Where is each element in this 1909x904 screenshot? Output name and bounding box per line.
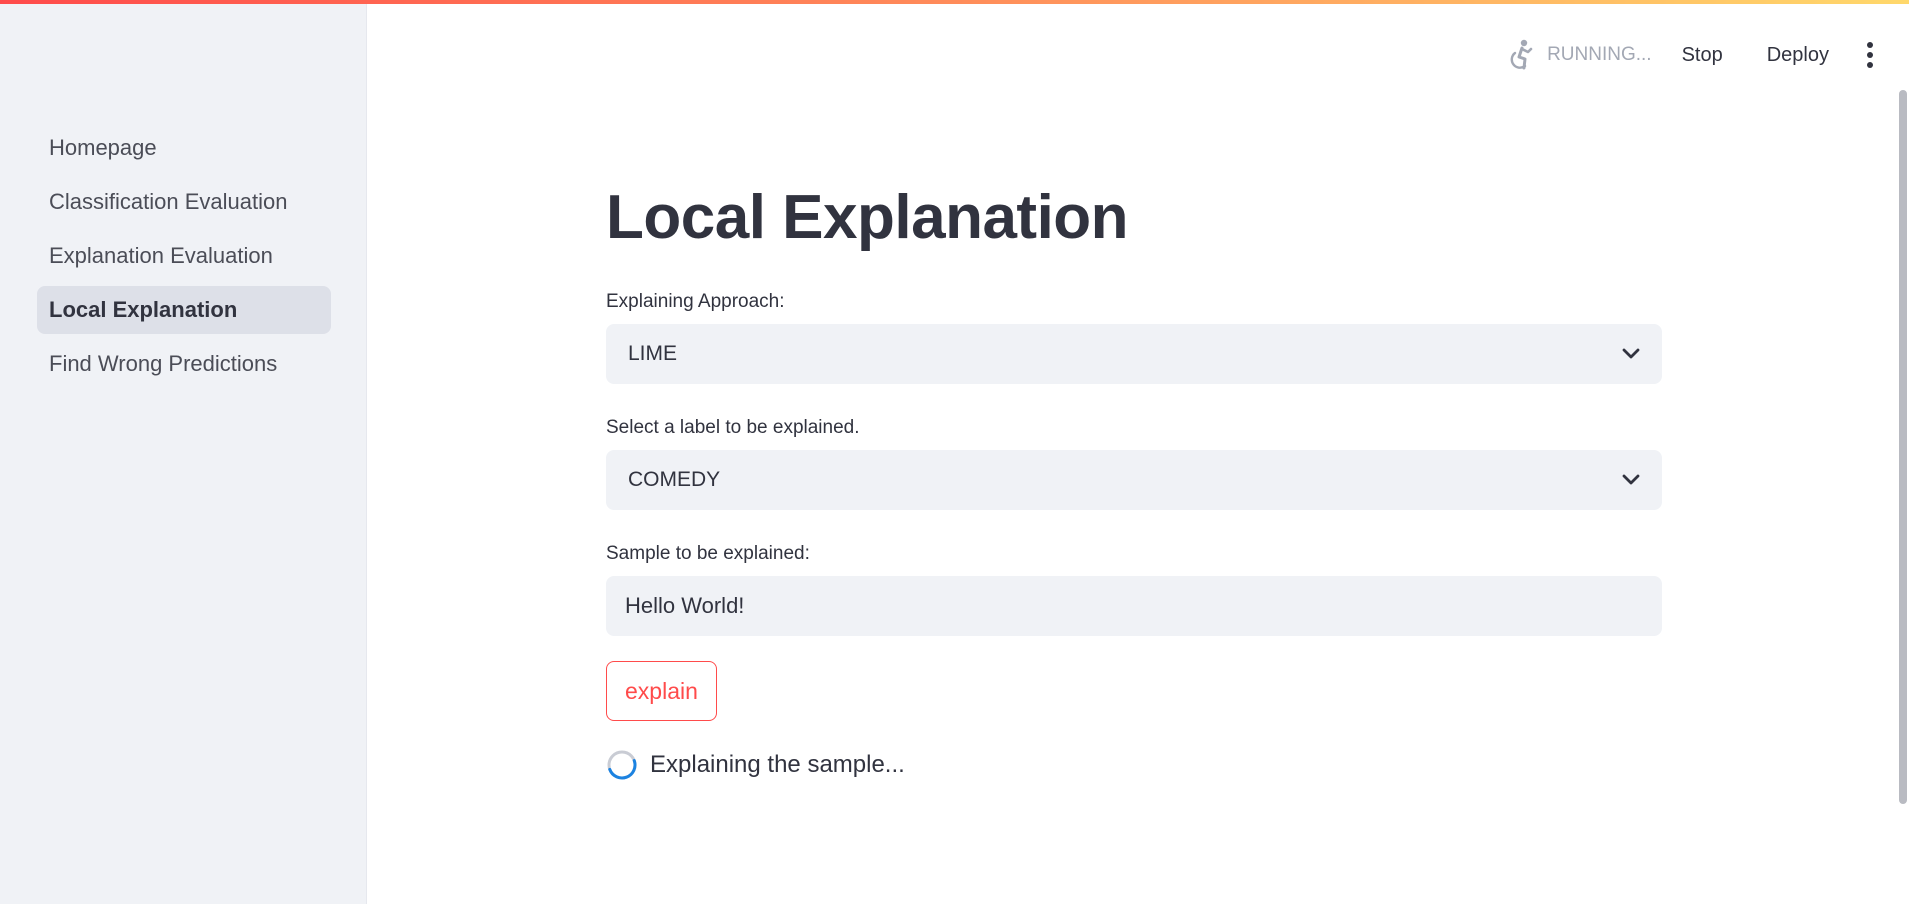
main-area: RUNNING... Stop Deploy Local Explanation…	[367, 0, 1909, 904]
label-field: Select a label to be explained. COMEDY	[606, 414, 1662, 510]
top-decoration-bar	[0, 0, 1909, 4]
running-status: RUNNING...	[1505, 38, 1652, 72]
sample-input[interactable]	[606, 576, 1662, 636]
chevron-down-icon	[1622, 348, 1640, 359]
sample-field: Sample to be explained:	[606, 540, 1662, 636]
label-select[interactable]: COMEDY	[606, 450, 1662, 510]
sample-label: Sample to be explained:	[606, 543, 810, 564]
sidebar-nav: Homepage Classification Evaluation Expla…	[37, 124, 331, 394]
approach-label: Explaining Approach:	[606, 291, 785, 312]
running-status-text: RUNNING...	[1547, 44, 1652, 65]
loading-spinner-icon	[607, 750, 637, 780]
kebab-menu-icon[interactable]	[1865, 42, 1875, 68]
page-title: Local Explanation	[606, 183, 1129, 252]
main-content: Local Explanation Explaining Approach: L…	[606, 170, 1662, 783]
sidebar-item-find-wrong-predictions[interactable]: Find Wrong Predictions	[37, 340, 331, 388]
running-person-icon	[1510, 39, 1533, 70]
approach-field: Explaining Approach: LIME	[606, 288, 1662, 384]
sidebar-item-homepage[interactable]: Homepage	[37, 124, 331, 172]
label-select-value: COMEDY	[628, 468, 721, 491]
sidebar-item-classification-evaluation[interactable]: Classification Evaluation	[37, 178, 331, 226]
explain-button[interactable]: explain	[606, 661, 717, 721]
sidebar-item-local-explanation[interactable]: Local Explanation	[37, 286, 331, 334]
sidebar: Homepage Classification Evaluation Expla…	[0, 0, 367, 904]
app-toolbar: RUNNING... Stop Deploy	[1505, 34, 1875, 76]
spinner-status: Explaining the sample...	[606, 747, 1662, 783]
approach-select-value: LIME	[628, 342, 678, 365]
approach-select[interactable]: LIME	[606, 324, 1662, 384]
scrollbar[interactable]	[1899, 90, 1907, 804]
spinner-text: Explaining the sample...	[650, 751, 905, 778]
deploy-button[interactable]: Deploy	[1767, 44, 1829, 67]
stop-button[interactable]: Stop	[1682, 44, 1723, 67]
chevron-down-icon	[1622, 474, 1640, 485]
label-select-label: Select a label to be explained.	[606, 417, 860, 438]
sidebar-item-explanation-evaluation[interactable]: Explanation Evaluation	[37, 232, 331, 280]
